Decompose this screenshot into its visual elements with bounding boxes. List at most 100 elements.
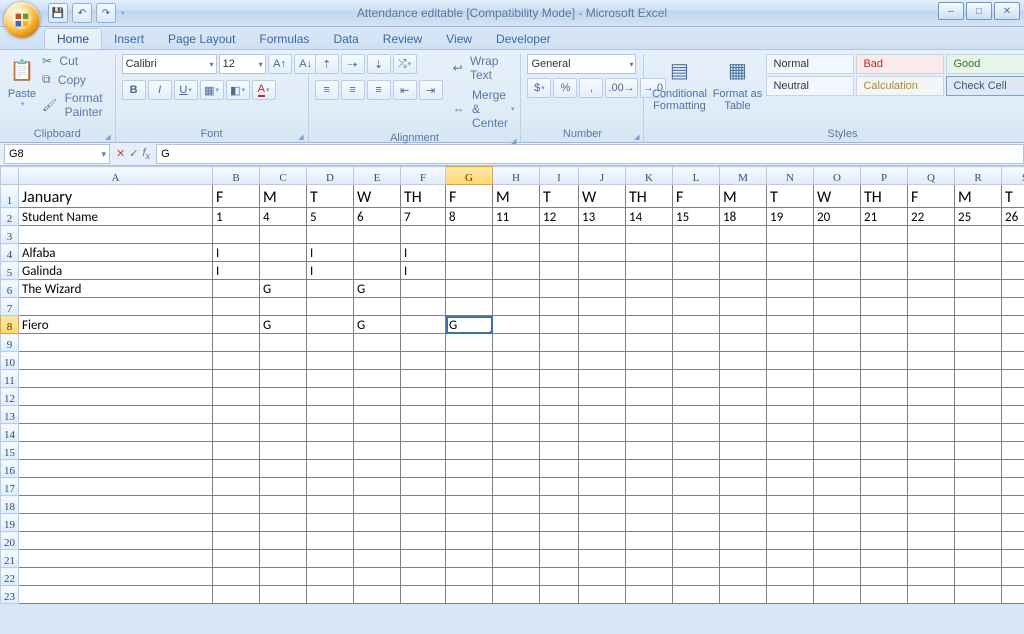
cell-C2[interactable]: 4	[260, 208, 307, 226]
row-header-1[interactable]: 1	[1, 185, 19, 208]
cell-A7[interactable]	[19, 298, 213, 316]
cell-P18[interactable]	[861, 496, 908, 514]
conditional-formatting-button[interactable]: ▤ ConditionalFormatting	[650, 54, 708, 112]
cell-style-calculation[interactable]: Calculation	[856, 76, 944, 96]
cell-N12[interactable]	[767, 388, 814, 406]
cell-A10[interactable]	[19, 352, 213, 370]
cell-style-good[interactable]: Good	[946, 54, 1024, 74]
cell-P22[interactable]	[861, 568, 908, 586]
cell-J18[interactable]	[579, 496, 626, 514]
cell-R10[interactable]	[955, 352, 1002, 370]
cell-L7[interactable]	[673, 298, 720, 316]
paste-button[interactable]: 📋 Paste ▾	[6, 54, 38, 108]
cell-F23[interactable]	[401, 586, 446, 604]
cell-F8[interactable]	[401, 316, 446, 334]
cell-M7[interactable]	[720, 298, 767, 316]
cell-I11[interactable]	[540, 370, 579, 388]
cell-C11[interactable]	[260, 370, 307, 388]
cell-E3[interactable]	[354, 226, 401, 244]
cell-I13[interactable]	[540, 406, 579, 424]
cell-O16[interactable]	[814, 460, 861, 478]
cell-E22[interactable]	[354, 568, 401, 586]
cell-style-neutral[interactable]: Neutral	[766, 76, 854, 96]
cell-G22[interactable]	[446, 568, 493, 586]
cell-D20[interactable]	[307, 532, 354, 550]
cell-B7[interactable]	[213, 298, 260, 316]
cell-M11[interactable]	[720, 370, 767, 388]
cell-P1[interactable]: TH	[861, 185, 908, 208]
cell-G13[interactable]	[446, 406, 493, 424]
cell-J14[interactable]	[579, 424, 626, 442]
cell-E4[interactable]	[354, 244, 401, 262]
cell-G1[interactable]: F	[446, 185, 493, 208]
cell-O13[interactable]	[814, 406, 861, 424]
cell-D1[interactable]: T	[307, 185, 354, 208]
cell-N15[interactable]	[767, 442, 814, 460]
cell-P17[interactable]	[861, 478, 908, 496]
cell-H22[interactable]	[493, 568, 540, 586]
office-button[interactable]	[4, 2, 40, 38]
cell-E1[interactable]: W	[354, 185, 401, 208]
row-header-19[interactable]: 19	[1, 514, 19, 532]
cell-G20[interactable]	[446, 532, 493, 550]
cell-S18[interactable]	[1002, 496, 1024, 514]
cell-P9[interactable]	[861, 334, 908, 352]
tab-view[interactable]: View	[434, 29, 484, 49]
cell-F15[interactable]	[401, 442, 446, 460]
cell-M14[interactable]	[720, 424, 767, 442]
cell-O4[interactable]	[814, 244, 861, 262]
row-header-21[interactable]: 21	[1, 550, 19, 568]
cell-L1[interactable]: F	[673, 185, 720, 208]
cell-S23[interactable]	[1002, 586, 1024, 604]
cell-N16[interactable]	[767, 460, 814, 478]
cell-R9[interactable]	[955, 334, 1002, 352]
cell-J21[interactable]	[579, 550, 626, 568]
qat-save-icon[interactable]: 💾	[48, 3, 68, 23]
cell-L11[interactable]	[673, 370, 720, 388]
cell-S19[interactable]	[1002, 514, 1024, 532]
cell-C10[interactable]	[260, 352, 307, 370]
cell-R23[interactable]	[955, 586, 1002, 604]
cell-I9[interactable]	[540, 334, 579, 352]
cell-C16[interactable]	[260, 460, 307, 478]
cell-N10[interactable]	[767, 352, 814, 370]
column-header-H[interactable]: H	[493, 167, 540, 185]
cell-L23[interactable]	[673, 586, 720, 604]
cell-G21[interactable]	[446, 550, 493, 568]
cell-C12[interactable]	[260, 388, 307, 406]
currency-button[interactable]: $▾	[527, 78, 551, 98]
name-box[interactable]: G8	[4, 144, 110, 164]
cell-N20[interactable]	[767, 532, 814, 550]
row-header-10[interactable]: 10	[1, 352, 19, 370]
decrease-indent-button[interactable]: ⇤	[393, 80, 417, 100]
cell-C22[interactable]	[260, 568, 307, 586]
cell-H10[interactable]	[493, 352, 540, 370]
cell-O11[interactable]	[814, 370, 861, 388]
cell-A9[interactable]	[19, 334, 213, 352]
align-left-button[interactable]: ≡	[315, 80, 339, 100]
cell-O14[interactable]	[814, 424, 861, 442]
cell-L4[interactable]	[673, 244, 720, 262]
cell-M15[interactable]	[720, 442, 767, 460]
align-middle-button[interactable]: ⇢	[341, 54, 365, 74]
cell-O9[interactable]	[814, 334, 861, 352]
row-header-6[interactable]: 6	[1, 280, 19, 298]
cell-D18[interactable]	[307, 496, 354, 514]
percent-button[interactable]: %	[553, 78, 577, 98]
cell-N11[interactable]	[767, 370, 814, 388]
cell-M3[interactable]	[720, 226, 767, 244]
grow-font-button[interactable]: A↑	[268, 54, 292, 74]
cell-H18[interactable]	[493, 496, 540, 514]
cell-G7[interactable]	[446, 298, 493, 316]
cell-M17[interactable]	[720, 478, 767, 496]
cell-Q19[interactable]	[908, 514, 955, 532]
cell-G2[interactable]: 8	[446, 208, 493, 226]
cell-H17[interactable]	[493, 478, 540, 496]
cell-F22[interactable]	[401, 568, 446, 586]
cell-J13[interactable]	[579, 406, 626, 424]
cell-K2[interactable]: 14	[626, 208, 673, 226]
cell-P20[interactable]	[861, 532, 908, 550]
cell-P19[interactable]	[861, 514, 908, 532]
cell-Q9[interactable]	[908, 334, 955, 352]
cell-D7[interactable]	[307, 298, 354, 316]
